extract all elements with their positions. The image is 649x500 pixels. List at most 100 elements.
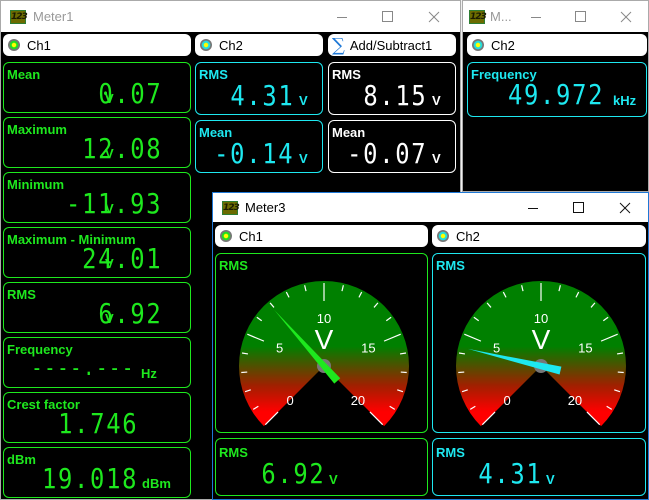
panel-maximum: Maximum 12.08 V bbox=[3, 117, 191, 168]
ch1-indicator-icon bbox=[8, 39, 20, 51]
minimize-button[interactable] bbox=[510, 193, 556, 222]
measure-unit: V bbox=[546, 472, 555, 487]
tab-ch2[interactable]: Ch2 bbox=[195, 34, 323, 56]
meter3-window: 123 Meter3 Ch1 Ch2 RMS 0 5 10 15 20 V RMS 051… bbox=[212, 192, 649, 500]
window-title: Meter3 bbox=[245, 200, 286, 215]
tick-label: 0 bbox=[503, 393, 510, 408]
tick-label: 20 bbox=[351, 393, 365, 408]
measure-value: ----.--- bbox=[31, 356, 135, 381]
tick-label: 5 bbox=[493, 341, 500, 356]
panel-sum-rms: RMS 8.15 V bbox=[328, 62, 456, 115]
panel-rms-ch1: RMS 6.92 V bbox=[215, 438, 428, 496]
app-icon: 123 bbox=[10, 9, 28, 24]
panel-mean: Mean 0.07 V bbox=[3, 62, 191, 113]
maximize-icon bbox=[575, 10, 586, 22]
ch2-indicator-icon bbox=[200, 39, 212, 51]
panel-max-min: Maximum - Minimum 24.01 V bbox=[3, 227, 191, 278]
measure-label: RMS bbox=[219, 445, 248, 460]
ch2-indicator-icon bbox=[472, 39, 484, 51]
panel-frequency: Frequency 49.972 kHz bbox=[467, 62, 647, 117]
tab-ch2[interactable]: Ch2 bbox=[467, 34, 647, 56]
tick-label: 0 bbox=[286, 393, 293, 408]
close-icon bbox=[619, 202, 631, 213]
gauge-panel-ch1: RMS 0 5 10 15 20 V bbox=[215, 253, 428, 433]
app-icon: 123 bbox=[469, 9, 487, 24]
window-title: Meter1 bbox=[33, 9, 74, 24]
measure-value: 49.972 bbox=[507, 78, 604, 111]
measure-label: Minimum bbox=[7, 177, 65, 192]
measure-label: RMS bbox=[332, 67, 361, 82]
tab-label: Ch1 bbox=[239, 228, 263, 244]
minimize-icon bbox=[531, 16, 541, 18]
window-title: M... bbox=[490, 9, 512, 24]
tick-label: 5 bbox=[276, 341, 283, 356]
maximize-icon bbox=[573, 201, 584, 213]
measure-unit: kHz bbox=[613, 93, 637, 108]
panel-crest-factor: Crest factor 1.746 bbox=[3, 392, 191, 443]
measure-value: 4.31 bbox=[229, 79, 294, 112]
minimize-button[interactable] bbox=[319, 1, 365, 32]
tab-ch2[interactable]: Ch2 bbox=[432, 225, 646, 247]
tab-label: Ch1 bbox=[27, 37, 51, 53]
panel-sum-mean: Mean -0.07 V bbox=[328, 120, 456, 173]
close-icon bbox=[428, 11, 440, 22]
gauge-unit-label: V bbox=[532, 324, 551, 355]
measure-value: 6.92 bbox=[260, 457, 325, 490]
maximize-button[interactable] bbox=[558, 1, 604, 32]
tab-label: Ch2 bbox=[219, 37, 243, 53]
measure-value: 1.746 bbox=[57, 407, 138, 440]
tab-ch1[interactable]: Ch1 bbox=[3, 34, 191, 56]
measure-unit: V bbox=[299, 151, 308, 166]
panel-ch2-mean: Mean -0.14 V bbox=[195, 120, 323, 173]
rms-gauge: 05101520V bbox=[456, 281, 626, 427]
panel-rms-ch2: RMS 4.31 V bbox=[432, 438, 646, 496]
measure-unit: V bbox=[432, 151, 441, 166]
sigma-icon: ∑ bbox=[332, 34, 345, 56]
tab-label: Ch2 bbox=[456, 228, 480, 244]
panel-rms: RMS 6.92 V bbox=[3, 282, 191, 333]
measure-unit: V bbox=[105, 256, 114, 271]
close-button[interactable] bbox=[603, 1, 649, 32]
measure-unit: V bbox=[105, 91, 114, 106]
ch2-indicator-icon bbox=[437, 230, 449, 242]
tick-label: 15 bbox=[361, 341, 375, 356]
app-icon: 123 bbox=[222, 200, 240, 215]
measure-label: RMS bbox=[7, 287, 36, 302]
maximize-button[interactable] bbox=[556, 193, 602, 222]
meter3-titlebar[interactable]: 123 Meter3 bbox=[213, 193, 648, 222]
measure-unit: V bbox=[105, 201, 114, 216]
close-icon bbox=[620, 11, 632, 22]
measure-label: RMS bbox=[199, 67, 228, 82]
close-button[interactable] bbox=[602, 193, 648, 222]
maximize-icon bbox=[382, 10, 393, 22]
measure-label: Maximum bbox=[7, 122, 67, 137]
panel-frequency: Frequency ----.--- Hz bbox=[3, 337, 191, 388]
tick-label: 20 bbox=[568, 393, 582, 408]
close-button[interactable] bbox=[411, 1, 457, 32]
panel-dbm: dBm 19.018 dBm bbox=[3, 447, 191, 498]
tick-label: 15 bbox=[578, 341, 592, 356]
tab-label: Add/Subtract1 bbox=[349, 37, 433, 53]
tab-ch1[interactable]: Ch1 bbox=[215, 225, 428, 247]
gauge-panel-ch2: RMS 0 5 10 15 20 V bbox=[432, 253, 646, 433]
measure-value: -0.14 bbox=[213, 137, 294, 170]
ch1-indicator-icon bbox=[220, 230, 232, 242]
minimize-button[interactable] bbox=[513, 1, 559, 32]
measure-unit: V bbox=[432, 93, 441, 108]
maximize-button[interactable] bbox=[365, 1, 411, 32]
meter2-titlebar[interactable]: 123 M... bbox=[463, 1, 648, 32]
measure-label: RMS bbox=[436, 445, 465, 460]
meter1-titlebar[interactable]: 123 Meter1 bbox=[1, 1, 460, 32]
measure-label: Mean bbox=[7, 67, 41, 82]
measure-value: -0.07 bbox=[346, 137, 427, 170]
measure-value: 8.15 bbox=[362, 79, 427, 112]
tab-label: Ch2 bbox=[491, 37, 515, 53]
minimize-icon bbox=[528, 207, 538, 209]
measure-unit: V bbox=[105, 146, 114, 161]
panel-minimum: Minimum -11.93 V bbox=[3, 172, 191, 223]
gauge-unit-label: V bbox=[315, 324, 334, 355]
minimize-icon bbox=[337, 16, 347, 18]
measure-unit: dBm bbox=[142, 476, 171, 491]
tab-add-subtract1[interactable]: ∑ Add/Subtract1 bbox=[328, 34, 456, 56]
measure-unit: V bbox=[105, 311, 114, 326]
